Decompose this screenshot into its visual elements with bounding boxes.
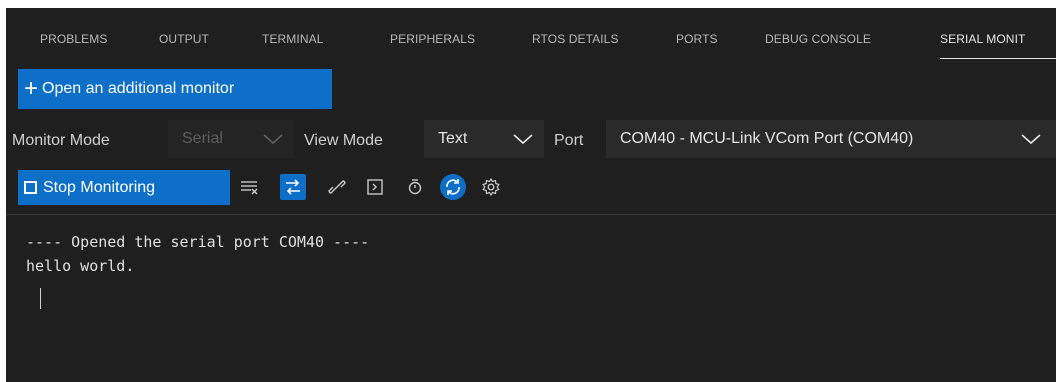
stop-monitoring-label: Stop Monitoring	[43, 178, 156, 196]
panel-tab-bar: PROBLEMS OUTPUT TERMINAL PERIPHERALS RTO…	[6, 8, 1056, 68]
tab-rtos-details[interactable]: RTOS DETAILS	[532, 32, 619, 46]
port-label: Port	[554, 132, 584, 149]
toolbar-divider	[6, 214, 1056, 215]
monitor-mode-select: Serial	[168, 120, 294, 158]
stop-square-icon	[24, 181, 37, 194]
tab-peripherals[interactable]: PERIPHERALS	[390, 32, 475, 46]
output-line: hello world.	[26, 257, 135, 275]
stop-monitoring-button[interactable]: Stop Monitoring	[18, 170, 230, 205]
toggle-mode-icon[interactable]	[280, 174, 306, 200]
auto-scroll-icon[interactable]	[440, 174, 466, 200]
monitor-settings-row: Monitor Mode Serial View Mode Text Port …	[6, 120, 1056, 160]
chevron-down-icon	[513, 134, 533, 145]
text-cursor	[40, 288, 41, 309]
active-tab-indicator	[940, 58, 1056, 59]
view-mode-select[interactable]: Text	[424, 120, 544, 158]
clear-output-icon[interactable]	[236, 174, 262, 200]
timestamp-icon[interactable]	[402, 174, 428, 200]
serial-monitor-panel: PROBLEMS OUTPUT TERMINAL PERIPHERALS RTO…	[6, 8, 1056, 382]
chevron-down-icon	[263, 134, 283, 145]
plus-icon: +	[24, 75, 39, 102]
port-value: COM40 - MCU-Link VCom Port (COM40)	[620, 130, 914, 147]
tab-output[interactable]: OUTPUT	[159, 32, 209, 46]
output-line: ---- Opened the serial port COM40 ----	[26, 233, 370, 251]
monitor-toolbar: Stop Monitoring	[6, 170, 1056, 206]
tab-serial-monitor[interactable]: SERIAL MONIT	[940, 32, 1025, 46]
terminal-icon[interactable]	[362, 174, 388, 200]
monitor-mode-value: Serial	[182, 130, 223, 147]
open-additional-monitor-button[interactable]: + Open an additional monitor	[18, 69, 332, 109]
tab-ports[interactable]: PORTS	[676, 32, 718, 46]
link-icon[interactable]	[324, 174, 350, 200]
serial-output[interactable]: ---- Opened the serial port COM40 ---- h…	[26, 230, 369, 278]
view-mode-value: Text	[438, 130, 468, 147]
port-select[interactable]: COM40 - MCU-Link VCom Port (COM40)	[606, 120, 1056, 158]
view-mode-label: View Mode	[304, 132, 383, 149]
open-additional-monitor-label: Open an additional monitor	[42, 80, 235, 97]
settings-gear-icon[interactable]	[478, 174, 504, 200]
monitor-mode-label: Monitor Mode	[12, 132, 110, 149]
chevron-down-icon	[1021, 134, 1041, 145]
tab-terminal[interactable]: TERMINAL	[262, 32, 323, 46]
tab-problems[interactable]: PROBLEMS	[40, 32, 108, 46]
tab-debug-console[interactable]: DEBUG CONSOLE	[765, 32, 871, 46]
